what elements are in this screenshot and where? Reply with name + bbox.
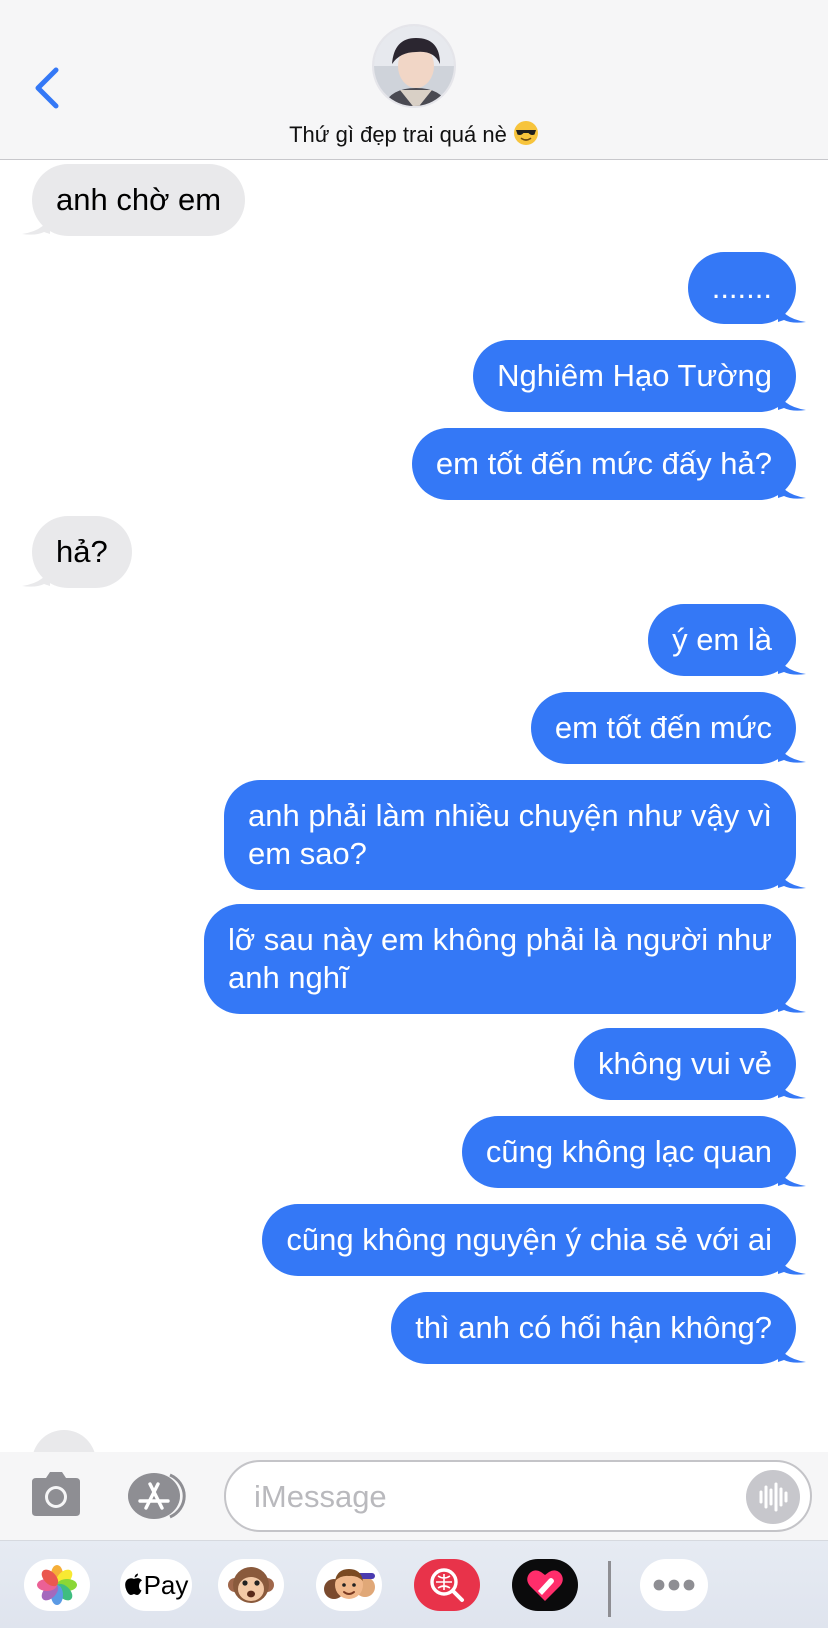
bubble-tail — [22, 212, 50, 235]
animoji-app-button[interactable] — [218, 1559, 284, 1611]
message-bubble[interactable]: thì anh có hối hận không? — [391, 1292, 796, 1364]
app-store-button[interactable] — [126, 1472, 190, 1520]
bubble-tail — [22, 564, 50, 587]
contact-name[interactable]: Thứ gì đẹp trai quá nè — [0, 120, 828, 152]
conversation-header: Thứ gì đẹp trai quá nè — [0, 0, 828, 160]
bubble-tail — [778, 1164, 806, 1187]
audio-waveform-icon — [759, 1482, 788, 1512]
message-bubble[interactable] — [32, 1430, 96, 1452]
contact-avatar[interactable] — [372, 24, 456, 108]
digital-touch-app-button[interactable] — [512, 1559, 578, 1611]
bubble-tail — [778, 740, 806, 763]
bubble-tail — [778, 300, 806, 323]
bubble-tail — [778, 1340, 806, 1363]
message-thread[interactable]: anh chờ em....... Nghiêm Hạo Tường em tốt … — [0, 160, 828, 1452]
more-icon — [653, 1579, 695, 1591]
more-apps-button[interactable] — [640, 1559, 708, 1611]
message-bubble[interactable]: không vui vẻ — [573, 1028, 796, 1100]
apple-pay-label: Pay — [143, 1569, 189, 1600]
apple-logo-icon — [124, 1573, 142, 1595]
photos-icon — [37, 1565, 77, 1605]
memoji-icon — [324, 1569, 375, 1599]
apple-pay-button[interactable]: Pay — [120, 1559, 192, 1611]
digital-touch-icon — [527, 1570, 563, 1601]
bubble-tail — [778, 476, 806, 499]
bubble-tail — [778, 1076, 806, 1099]
back-button[interactable] — [30, 64, 70, 112]
message-bubble[interactable]: em tốt đến mức — [530, 692, 796, 764]
photos-app-button[interactable] — [24, 1559, 90, 1611]
bubble-tail — [778, 866, 806, 889]
bubble-tail — [778, 1252, 806, 1275]
monkey-animoji-icon — [228, 1567, 274, 1603]
message-bubble[interactable]: ý em là — [648, 604, 796, 676]
message-bubble[interactable]: em tốt đến mức đấy hả? — [411, 428, 796, 500]
bubble-tail — [778, 388, 806, 411]
app-store-icon — [128, 1473, 186, 1519]
app-drawer: Pay — [0, 1540, 828, 1628]
message-bubble[interactable]: cũng không nguyện ý chia sẻ với ai — [262, 1204, 796, 1276]
chevron-left-icon — [35, 67, 59, 109]
message-input[interactable] — [254, 1476, 714, 1518]
avatar-photo — [374, 26, 454, 106]
contact-name-text: Thứ gì đẹp trai quá nè — [289, 122, 507, 147]
camera-icon — [32, 1472, 80, 1516]
composer-bar — [0, 1452, 828, 1540]
sunglasses-emoji-icon — [513, 120, 539, 152]
audio-message-button[interactable] — [746, 1470, 800, 1524]
bubble-tail — [778, 990, 806, 1013]
bubble-tail — [778, 652, 806, 675]
message-bubble[interactable]: lỡ sau này em không phải là người như an… — [203, 904, 796, 1014]
message-bubble[interactable]: anh chờ em — [32, 164, 246, 236]
image-search-app-button[interactable] — [414, 1559, 480, 1611]
message-bubble[interactable]: cũng không lạc quan — [461, 1116, 796, 1188]
message-field[interactable] — [224, 1460, 812, 1532]
message-bubble[interactable]: Nghiêm Hạo Tường — [473, 340, 796, 412]
camera-button[interactable] — [30, 1470, 82, 1520]
memoji-app-button[interactable] — [316, 1559, 382, 1611]
drawer-divider — [608, 1561, 611, 1617]
image-search-icon — [430, 1568, 464, 1602]
message-bubble[interactable]: anh phải làm nhiều chuyện như vậy vì em … — [224, 780, 796, 890]
